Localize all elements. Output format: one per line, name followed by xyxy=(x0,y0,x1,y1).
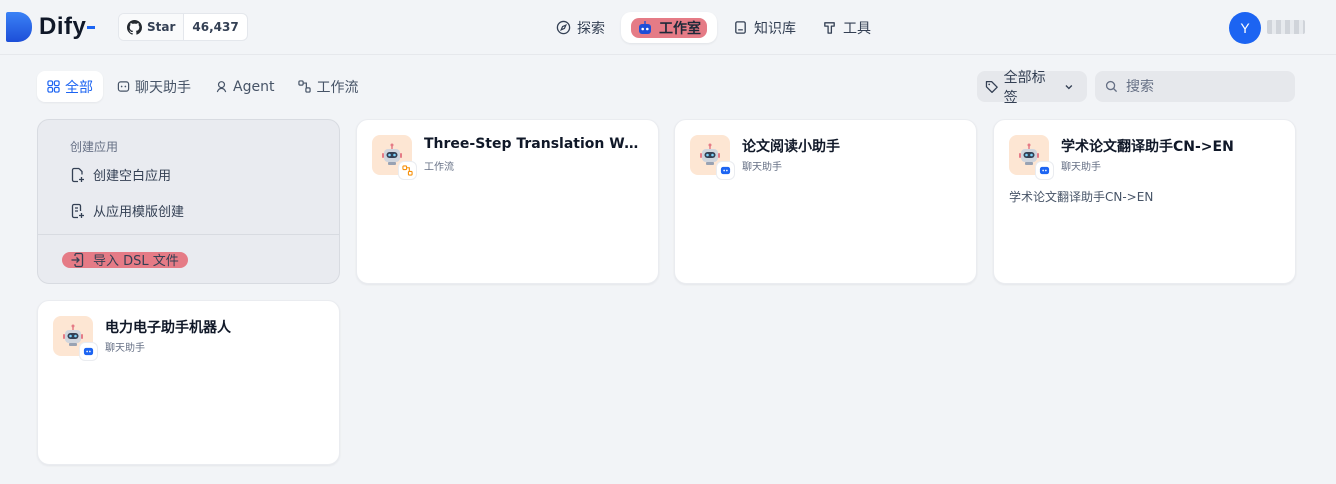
tab-agent[interactable]: Agent xyxy=(205,71,284,102)
tab-workflow-label: 工作流 xyxy=(316,79,359,96)
dify-logo-mark xyxy=(6,12,32,42)
nav-knowledge-label: 知识库 xyxy=(754,20,796,37)
chat-bubble-icon xyxy=(1039,166,1050,175)
create-divider xyxy=(38,234,339,235)
create-from-template-label: 从应用模版创建 xyxy=(93,205,185,220)
github-star-label: Star xyxy=(147,20,176,34)
tab-all[interactable]: 全部 xyxy=(37,71,103,102)
nav-knowledge[interactable]: 知识库 xyxy=(723,12,806,43)
book-icon xyxy=(735,21,746,34)
chat-badge xyxy=(1036,162,1053,179)
workflow-icon xyxy=(298,80,312,93)
tag-icon xyxy=(985,80,998,93)
chat-bubble-icon xyxy=(720,166,731,175)
chat-badge xyxy=(80,343,97,360)
app-type: 聊天助手 xyxy=(105,343,145,354)
nav-explore[interactable]: 探索 xyxy=(546,12,615,43)
brand-name: Dify xyxy=(39,13,87,40)
create-app-card: 创建应用 创建空白应用 从应用模版创建 导入 DSL 文件 xyxy=(37,119,340,284)
nav-explore-label: 探索 xyxy=(577,20,605,37)
agent-icon xyxy=(216,81,227,93)
nav-tools[interactable]: 工具 xyxy=(812,12,881,43)
tab-all-label: 全部 xyxy=(65,79,93,96)
chat-bubble-icon xyxy=(83,347,94,356)
brand-underscore xyxy=(87,25,96,29)
chat-badge xyxy=(717,162,734,179)
github-icon xyxy=(127,19,142,35)
app-type-tabs: 全部 聊天助手 Agent 工作流 xyxy=(37,71,372,102)
nav-tools-label: 工具 xyxy=(843,20,871,37)
create-app-title: 创建应用 xyxy=(70,140,119,154)
dify-logo[interactable]: Dify xyxy=(6,12,96,42)
app-name: 学术论文翻译助手CN->EN xyxy=(1061,139,1234,155)
file-import-icon xyxy=(71,252,84,267)
nav-studio-label: 工作室 xyxy=(659,20,701,37)
tab-chat-assistant[interactable]: 聊天助手 xyxy=(107,71,201,102)
search-input[interactable] xyxy=(1126,78,1276,95)
workflow-badge xyxy=(399,162,416,179)
import-dsl-label: 导入 DSL 文件 xyxy=(93,254,179,269)
tab-chat-assistant-label: 聊天助手 xyxy=(135,79,191,96)
app-card[interactable]: 学术论文翻译助手CN->EN 聊天助手 学术论文翻译助手CN->EN xyxy=(993,119,1296,284)
app-description: 学术论文翻译助手CN->EN xyxy=(1009,190,1154,204)
tag-filter-label: 全部标签 xyxy=(1003,69,1046,106)
github-star-count: 46,437 xyxy=(192,20,239,34)
chat-icon xyxy=(117,81,130,92)
app-card[interactable]: Three-Step Translation Workflow 工作流 xyxy=(356,119,659,284)
robot-icon xyxy=(639,20,651,34)
app-name: Three-Step Translation Workflow xyxy=(424,136,646,152)
create-blank-app-label: 创建空白应用 xyxy=(93,169,172,184)
main-nav: 探索 工作室 知识库 工具 xyxy=(546,12,887,43)
github-star-label-wrap: Star xyxy=(119,14,185,40)
create-from-template-button[interactable]: 从应用模版创建 xyxy=(70,201,184,220)
tab-workflow[interactable]: 工作流 xyxy=(288,71,368,102)
workflow-icon xyxy=(402,165,413,176)
user-name-redacted[interactable] xyxy=(1267,20,1305,34)
create-blank-app-button[interactable]: 创建空白应用 xyxy=(70,165,171,184)
app-card[interactable]: 论文阅读小助手 聊天助手 xyxy=(674,119,977,284)
top-header: Dify Star 46,437 探索 工作室 知识库 工具 Y xyxy=(0,0,1336,55)
file-plus-icon xyxy=(71,167,84,182)
user-avatar[interactable]: Y xyxy=(1229,12,1261,44)
search-box[interactable] xyxy=(1095,71,1295,102)
tag-filter-dropdown[interactable]: 全部标签 xyxy=(977,70,1087,106)
app-card[interactable]: 电力电子助手机器人 聊天助手 xyxy=(37,300,340,465)
template-icon xyxy=(71,203,84,218)
import-dsl-button[interactable]: 导入 DSL 文件 xyxy=(70,250,179,269)
app-name: 电力电子助手机器人 xyxy=(105,320,231,336)
chevron-down-icon xyxy=(1065,84,1073,89)
app-name: 论文阅读小助手 xyxy=(742,139,840,155)
app-type: 聊天助手 xyxy=(1061,162,1101,173)
search-icon xyxy=(1105,80,1118,93)
app-type: 工作流 xyxy=(424,162,454,173)
tab-agent-label: Agent xyxy=(233,78,275,95)
compass-icon xyxy=(556,20,571,35)
nav-studio-highlight: 工作室 xyxy=(631,17,707,38)
grid-icon xyxy=(47,80,60,93)
github-star-button[interactable]: Star 46,437 xyxy=(118,13,248,41)
app-type: 聊天助手 xyxy=(742,162,782,173)
nav-studio[interactable]: 工作室 xyxy=(621,12,717,43)
hammer-icon xyxy=(824,22,835,34)
